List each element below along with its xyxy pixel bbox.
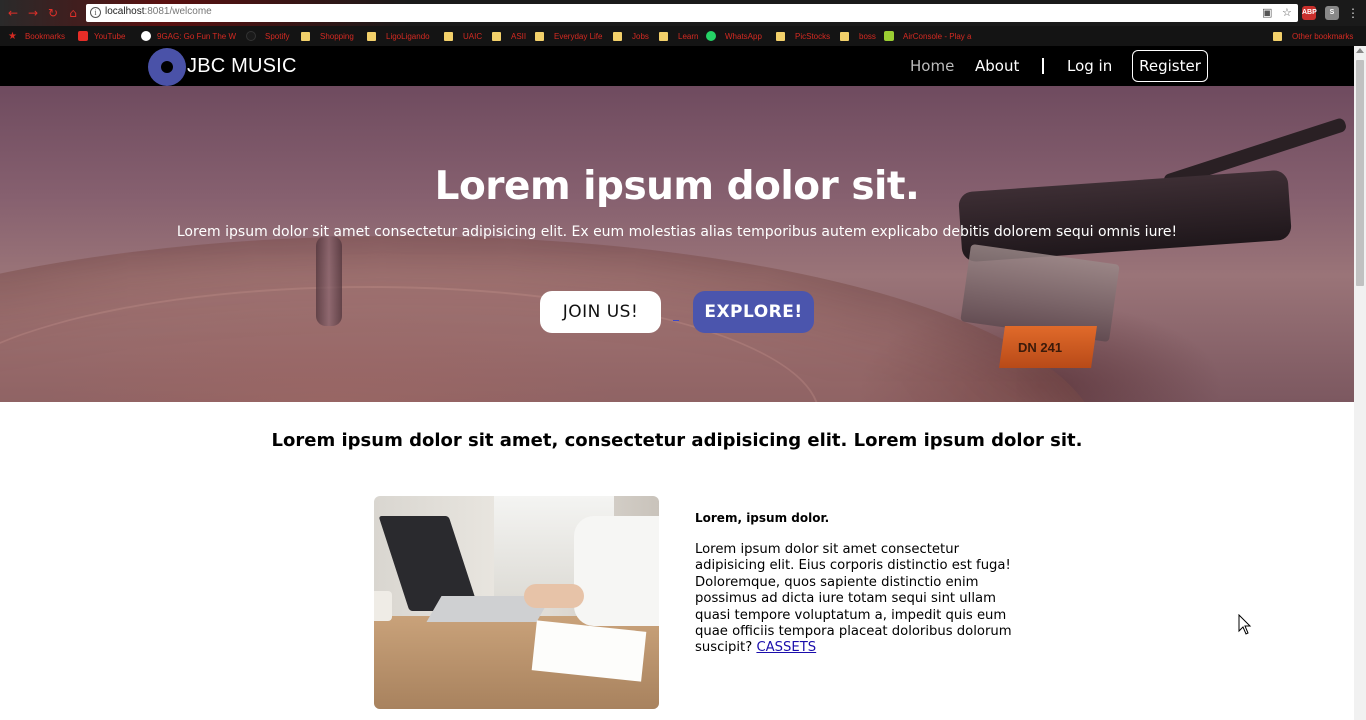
bookmarks-bar: ★ Bookmarks YouTube 9GAG: Go Fun The W Sp…	[0, 26, 1366, 46]
cassets-link[interactable]: CASSETS	[756, 640, 816, 655]
cartridge-label: DN 241	[1018, 340, 1063, 355]
bookmark-asii[interactable]: ASII	[492, 30, 526, 42]
bookmark-whatsapp[interactable]: WhatsApp	[706, 30, 762, 42]
address-bar[interactable]: i localhost:8081/welcome ▣ ☆	[86, 4, 1298, 22]
bookmark-learn[interactable]: Learn	[659, 30, 698, 42]
bookmark-jobs[interactable]: Jobs	[613, 30, 649, 42]
bookmark-ligoligando[interactable]: LigoLigando	[367, 30, 430, 42]
translate-icon[interactable]: ▣	[1262, 6, 1272, 19]
bookmark-label: Bookmarks	[24, 31, 65, 41]
bookmark-spotify[interactable]: Spotify	[246, 30, 289, 42]
bookmark-label: Shopping	[320, 31, 354, 41]
bookmark-boss[interactable]: boss	[840, 30, 876, 42]
bookmark-airconsole[interactable]: AirConsole - Play a	[884, 30, 971, 42]
hero-subtitle: Lorem ipsum dolor sit amet consectetur a…	[176, 224, 1178, 240]
bookmark-label: ASII	[511, 31, 527, 41]
folder-icon	[367, 31, 376, 41]
card-body-text: Lorem ipsum dolor sit amet consectetur a…	[695, 542, 1012, 656]
photo-sleeve	[574, 516, 659, 626]
section-lead-heading: Lorem ipsum dolor sit amet, consectetur …	[271, 430, 1083, 451]
folder-icon	[492, 31, 501, 41]
scroll-up-arrow-icon[interactable]	[1356, 48, 1364, 53]
forward-icon[interactable]: →	[26, 6, 40, 20]
nav-separator	[1042, 58, 1044, 74]
folder-icon	[301, 31, 310, 41]
folder-icon	[840, 31, 849, 41]
bookmark-bookmarks[interactable]: ★ Bookmarks	[8, 30, 65, 42]
url-host: localhost	[105, 6, 145, 17]
address-url[interactable]: localhost:8081/welcome	[105, 6, 212, 17]
back-icon[interactable]: ←	[6, 6, 20, 20]
youtube-icon	[78, 31, 88, 41]
bookmark-youtube[interactable]: YouTube	[78, 30, 125, 42]
nav-about[interactable]: About	[975, 57, 1019, 75]
scrollbar-thumb[interactable]	[1356, 60, 1364, 286]
adblock-extension-icon[interactable]: ABP	[1302, 6, 1317, 20]
whatsapp-icon	[706, 31, 716, 41]
bookmark-shopping[interactable]: Shopping	[301, 30, 354, 42]
folder-icon	[1273, 31, 1282, 41]
laptop-photo	[374, 496, 659, 709]
bookmark-label: WhatsApp	[725, 31, 762, 41]
menu-kebab-icon[interactable]: ⋮	[1346, 6, 1360, 20]
link-underline-stub[interactable]	[673, 320, 679, 321]
nav-login[interactable]: Log in	[1067, 57, 1112, 75]
photo-cup	[374, 591, 392, 621]
bookmark-label: Everyday Life	[554, 31, 603, 41]
spotify-icon	[246, 31, 256, 41]
bookmark-label: Jobs	[632, 31, 649, 41]
star-bookmark-icon[interactable]: ☆	[1282, 6, 1292, 19]
nav-home[interactable]: Home	[910, 57, 954, 75]
bookmark-label: Spotify	[265, 31, 290, 41]
s-extension-icon[interactable]: S	[1325, 6, 1339, 20]
page-scrollbar[interactable]	[1354, 46, 1366, 720]
register-button[interactable]: Register	[1132, 50, 1208, 82]
bookmark-label: Learn	[678, 31, 699, 41]
bookmark-label: YouTube	[94, 31, 126, 41]
hero-title: Lorem ipsum dolor sit.	[434, 164, 920, 209]
bookmark-9gag[interactable]: 9GAG: Go Fun The W	[141, 30, 236, 42]
bookmark-label: UAIC	[463, 31, 483, 41]
folder-icon	[776, 31, 785, 41]
bookmark-label: PicStocks	[795, 31, 831, 41]
brand-name[interactable]: JBC MUSIC	[187, 55, 297, 78]
vinyl-logo-icon[interactable]	[148, 48, 186, 86]
record-spindle	[316, 236, 342, 326]
bookmark-everyday-life[interactable]: Everyday Life	[535, 30, 602, 42]
photo-hand	[524, 584, 584, 608]
reload-icon[interactable]: ↻	[46, 6, 60, 20]
bookmark-uaic[interactable]: UAIC	[444, 30, 482, 42]
bookmark-label: AirConsole - Play a	[903, 31, 972, 41]
bookmark-label: boss	[859, 31, 876, 41]
home-icon[interactable]: ⌂	[66, 6, 80, 20]
site-info-icon[interactable]: i	[90, 7, 101, 18]
bookmark-picstocks[interactable]: PicStocks	[776, 30, 830, 42]
bookmark-label: 9GAG: Go Fun The W	[157, 31, 236, 41]
folder-icon	[613, 31, 622, 41]
bookmark-label: LigoLigando	[386, 31, 430, 41]
folder-icon	[535, 31, 544, 41]
bookmark-label: Other bookmarks	[1292, 31, 1354, 41]
star-icon: ★	[8, 31, 17, 42]
card-title: Lorem, ipsum dolor.	[695, 511, 830, 525]
9gag-icon	[141, 31, 151, 41]
site-navbar: JBC MUSIC Home About Log in Register	[0, 46, 1354, 86]
explore-button[interactable]: EXPLORE!	[693, 291, 814, 333]
join-us-button[interactable]: JOIN US!	[540, 291, 661, 333]
folder-icon	[444, 31, 453, 41]
card-body: Lorem ipsum dolor sit amet consectetur a…	[695, 542, 1030, 657]
hero-banner: DN 241	[0, 86, 1354, 402]
bookmark-other[interactable]: Other bookmarks	[1273, 30, 1353, 42]
browser-toolbar: ← → ↻ ⌂ i localhost:8081/welcome ▣ ☆ ABP…	[0, 0, 1366, 26]
url-path: :8081/welcome	[144, 6, 212, 17]
airconsole-icon	[884, 31, 894, 41]
folder-icon	[659, 31, 668, 41]
